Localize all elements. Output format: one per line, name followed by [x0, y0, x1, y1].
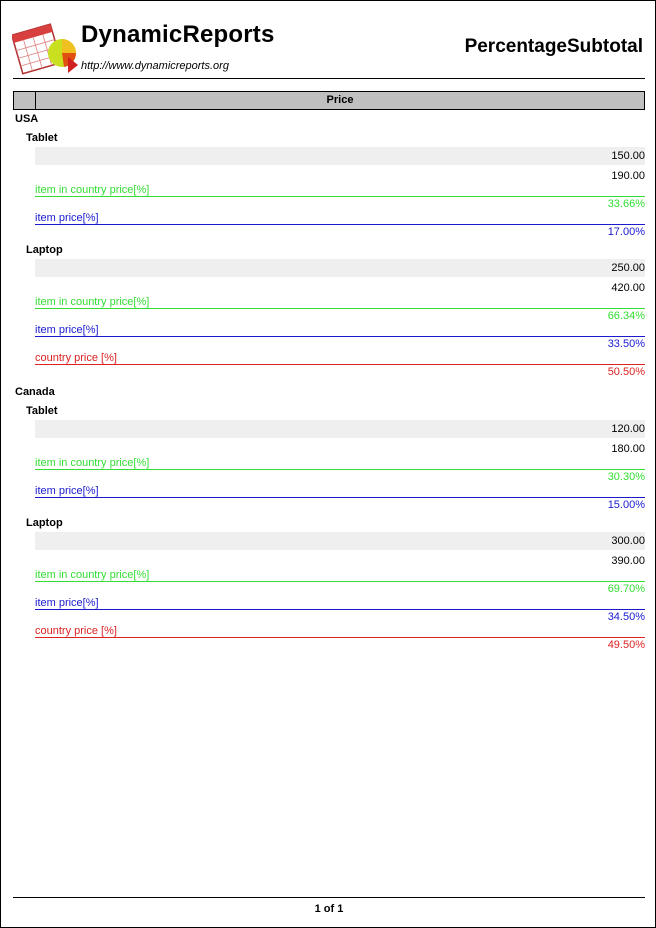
- price-cell: 300.00: [611, 535, 645, 547]
- item-in-country-label: item in country price[%]: [35, 184, 150, 196]
- price-cell: 150.00: [611, 150, 645, 162]
- item-percent-value: 34.50%: [607, 611, 645, 623]
- column-header-gutter: [14, 92, 36, 109]
- column-header: Price: [13, 91, 645, 110]
- country-percent-value: 49.50%: [607, 639, 645, 651]
- dynamicreports-logo-icon: [12, 23, 78, 75]
- item-group-header: Tablet: [26, 132, 58, 144]
- row-shade: [35, 420, 645, 438]
- price-cell: 190.00: [611, 170, 645, 182]
- country-group-header: USA: [15, 113, 39, 125]
- price-cell: 180.00: [611, 443, 645, 455]
- brand-name: DynamicReports: [81, 21, 275, 48]
- item-percent-divider: [35, 609, 645, 610]
- item-percent-label: item price[%]: [35, 485, 99, 497]
- item-in-country-label: item in country price[%]: [35, 569, 150, 581]
- item-percent-value: 33.50%: [607, 338, 645, 350]
- item-in-country-value: 33.66%: [607, 198, 645, 210]
- item-percent-value: 15.00%: [607, 499, 645, 511]
- footer-divider: [13, 897, 645, 898]
- item-in-country-label: item in country price[%]: [35, 296, 150, 308]
- country-group-header: Canada: [15, 386, 55, 398]
- item-in-country-divider: [35, 196, 645, 197]
- item-percent-divider: [35, 224, 645, 225]
- country-percent-divider: [35, 364, 645, 365]
- price-cell: 250.00: [611, 262, 645, 274]
- item-in-country-value: 30.30%: [607, 471, 645, 483]
- report-page: DynamicReports http://www.dynamicreports…: [0, 0, 656, 928]
- brand-url: http://www.dynamicreports.org: [81, 60, 229, 72]
- row-shade: [35, 147, 645, 165]
- item-percent-divider: [35, 336, 645, 337]
- country-percent-divider: [35, 637, 645, 638]
- country-percent-label: country price [%]: [35, 352, 117, 364]
- price-cell: 390.00: [611, 555, 645, 567]
- price-cell: 420.00: [611, 282, 645, 294]
- report-title: PercentageSubtotal: [464, 36, 643, 57]
- item-percent-divider: [35, 497, 645, 498]
- item-in-country-label: item in country price[%]: [35, 457, 150, 469]
- column-header-price: Price: [326, 94, 354, 106]
- row-shade: [35, 259, 645, 277]
- item-in-country-divider: [35, 308, 645, 309]
- item-percent-value: 17.00%: [607, 226, 645, 238]
- item-in-country-divider: [35, 469, 645, 470]
- item-percent-label: item price[%]: [35, 212, 99, 224]
- row-shade: [35, 532, 645, 550]
- item-in-country-divider: [35, 581, 645, 582]
- item-group-header: Tablet: [26, 405, 58, 417]
- price-cell: 120.00: [611, 423, 645, 435]
- country-percent-label: country price [%]: [35, 625, 117, 637]
- item-percent-label: item price[%]: [35, 597, 99, 609]
- item-in-country-value: 69.70%: [607, 583, 645, 595]
- item-percent-label: item price[%]: [35, 324, 99, 336]
- country-percent-value: 50.50%: [607, 366, 645, 378]
- item-group-header: Laptop: [26, 517, 63, 529]
- header-divider: [13, 78, 645, 79]
- item-in-country-value: 66.34%: [607, 310, 645, 322]
- page-number: 1 of 1: [314, 903, 344, 915]
- item-group-header: Laptop: [26, 244, 63, 256]
